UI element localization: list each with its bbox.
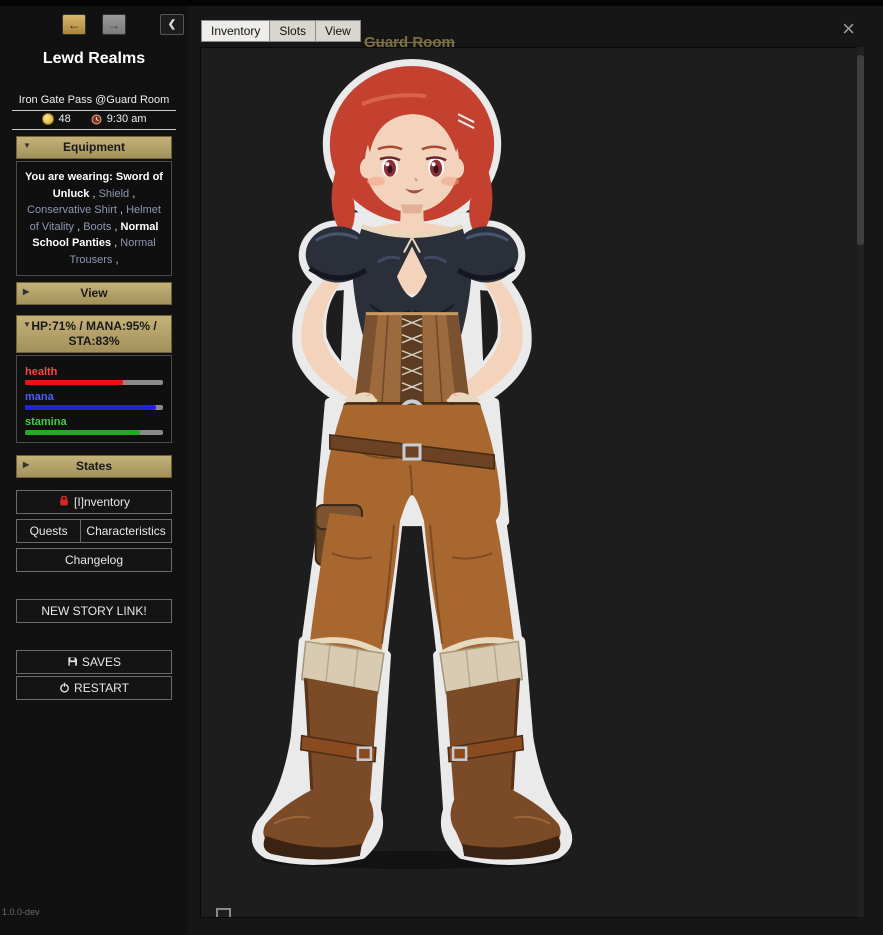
page-root: ← → ❮ Lewd Realms Iron Gate Pass @Guard … [0,0,883,935]
stats-body: health mana stamina [16,355,172,444]
sidebar: ← → ❮ Lewd Realms Iron Gate Pass @Guard … [0,6,189,935]
quests-chars-row: Quests Characteristics [16,519,172,544]
stat-bar: stamina [25,416,163,436]
forward-button[interactable]: → [102,14,126,35]
caret-down-icon: ▼ [23,320,31,329]
gold-amount: 48 [58,113,71,125]
coin-icon [41,113,54,125]
inventory-button[interactable]: [I]nventory [16,490,172,515]
tab-inventory[interactable]: Inventory [201,20,270,42]
characteristics-button-label: Characteristics [86,524,166,539]
backpack-icon [60,496,68,506]
new-story-link-button[interactable]: NEW STORY LINK! [16,599,172,624]
collapse-sidebar-button[interactable]: ❮ [160,14,184,35]
equipment-header[interactable]: ▼ Equipment [16,136,172,159]
equipment-item[interactable]: Shield [99,188,130,200]
character-portrait [251,59,573,869]
view-header-label: View [80,286,108,300]
new-story-link-label: NEW STORY LINK! [41,604,147,619]
states-header-label: States [75,459,113,474]
states-header[interactable]: ▶ States [16,455,172,479]
history-nav: ← → ❮ [0,14,188,40]
power-icon [60,682,69,693]
inventory-button-label: [I]nventory [73,495,131,510]
tab-view[interactable]: View [315,20,361,42]
caret-right-icon: ▶ [23,460,30,470]
changelog-button-label: Changelog [64,553,124,568]
close-icon[interactable]: × [842,18,855,40]
floppy-icon [68,657,77,666]
equipment-items[interactable]: Sword of Unluck , Shield , Conservative … [27,171,163,266]
scrollbar-track[interactable] [857,47,864,917]
tab-slots[interactable]: Slots [269,20,316,42]
stats-header[interactable]: ▼ HP:71% / MANA:95% / STA:83% [16,315,172,353]
stat-bar: mana [25,391,163,411]
stats-header-label: HP:71% / MANA:95% / STA:83% [31,319,157,348]
equipment-body: You are wearing: Sword of Unluck , Shiel… [16,161,172,276]
back-button[interactable]: ← [62,14,86,35]
stat-bar: health [25,366,163,386]
time-label: 9:30 am [106,113,147,125]
equipment-item[interactable]: Boots [83,221,111,233]
characteristics-button[interactable]: Characteristics [81,519,172,544]
status-row: 48 9:30 am [12,113,176,130]
main-area: Guard Room Inventory Slots View × [188,6,883,935]
restart-button-label: RESTART [74,681,129,696]
character-image-panel [200,47,858,918]
equipment-item[interactable]: Conservative Shirt [27,204,117,216]
view-header[interactable]: ▶ View [16,282,172,305]
restart-button[interactable]: RESTART [16,676,172,701]
changelog-button[interactable]: Changelog [16,548,172,573]
caret-right-icon: ▶ [23,287,30,296]
location-label: Iron Gate Pass @Guard Room [12,94,176,111]
checkbox-icon[interactable] [216,908,231,917]
chevron-left-icon: ❮ [167,19,177,30]
modal-tabs: Inventory Slots View [201,20,361,42]
clock-icon [91,113,102,125]
scrollbar-thumb[interactable] [857,55,864,245]
equipment-header-label: Equipment [63,140,125,154]
quests-button[interactable]: Quests [16,519,82,544]
caret-down-icon: ▼ [23,141,31,150]
saves-button-label: SAVES [81,655,122,670]
saves-button[interactable]: SAVES [16,650,172,675]
arrow-right-icon: → [108,17,120,32]
quests-button-label: Quests [29,524,68,539]
equipment-prefix: You are wearing: [25,171,113,183]
arrow-left-icon: ← [68,17,80,32]
game-title: Lewd Realms [42,50,146,67]
version-label: 1.0.0-dev [2,907,40,917]
